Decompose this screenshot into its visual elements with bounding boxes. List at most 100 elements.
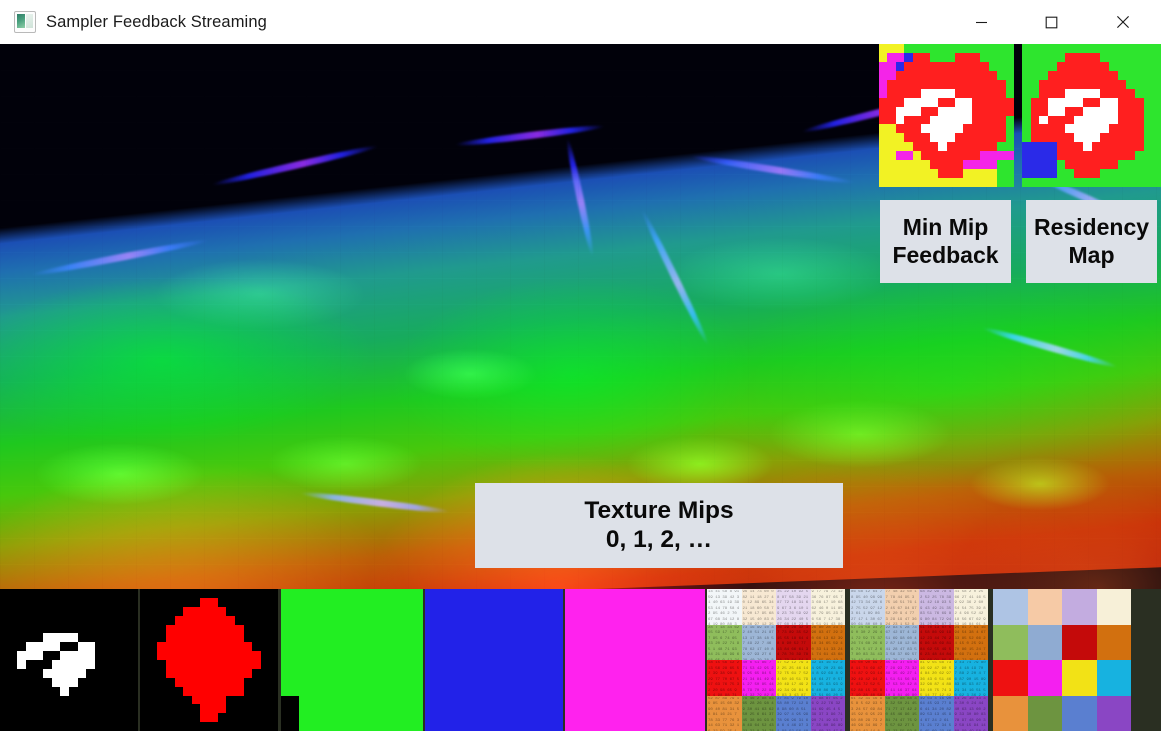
map-cell [1135, 44, 1144, 53]
min-mip-feedback-panel[interactable] [879, 44, 1014, 187]
pixel-cell [17, 651, 26, 660]
map-cell [1144, 178, 1153, 187]
pixel-cell [112, 660, 121, 669]
pixel-cell [405, 678, 423, 696]
map-cell [1092, 98, 1101, 107]
pixel-cell [166, 678, 175, 687]
pixel-cell [317, 696, 335, 714]
map-cell [1083, 53, 1092, 62]
pixel-cell [192, 598, 201, 607]
pixel-cell [86, 669, 95, 678]
pixel-cell [252, 651, 261, 660]
map-cell [1092, 133, 1101, 142]
pixel-cell [166, 651, 175, 660]
map-cell [1118, 124, 1127, 133]
mip-tile-4-magenta[interactable] [565, 589, 705, 731]
map-cell [955, 62, 963, 71]
checker-cell: 61 32 31 16 95 8 5 62 93 53 24 57 69 84 … [850, 696, 885, 731]
pixel-cell [209, 704, 218, 713]
pixel-cell [69, 722, 78, 731]
pixel-cell [261, 642, 270, 651]
checker-cell: 14 41 58 8 91 59 13 39 42 31 40 63 19 39… [707, 589, 742, 625]
texture-mip-strip[interactable]: 14 41 58 8 91 59 13 39 42 31 40 63 19 39… [0, 589, 1161, 731]
map-cell [955, 98, 963, 107]
checker-cell: 41 58 2 0 25 66 27 41 16 59 92 36 2 60 5… [954, 589, 989, 625]
pixel-cell [52, 722, 61, 731]
pixel-cell [334, 625, 352, 643]
pixel-cell [121, 704, 130, 713]
pixel-cell [86, 651, 95, 660]
mip-tile-2-green[interactable] [281, 589, 423, 731]
map-cell [1118, 107, 1127, 116]
pixel-cell [0, 669, 9, 678]
pixel-cell [209, 722, 218, 731]
cell-number-texture: 14 41 58 8 91 59 13 39 42 31 40 63 19 39… [707, 589, 742, 625]
map-cell [980, 169, 988, 178]
mip-tile-7-checker-solid[interactable] [993, 589, 1131, 731]
map-cell [1065, 160, 1074, 169]
map-cell [1065, 98, 1074, 107]
map-cell [997, 71, 1005, 80]
map-cell [955, 124, 963, 133]
map-cell [921, 160, 929, 169]
mip-tile-3-blue[interactable] [425, 589, 563, 731]
pixel-cell [252, 607, 261, 616]
map-cell [879, 98, 887, 107]
map-cell [1126, 169, 1135, 178]
pixel-cell [43, 696, 52, 705]
map-cell [879, 169, 887, 178]
close-button[interactable] [1099, 0, 1146, 44]
map-cell [972, 169, 980, 178]
pixel-cell [121, 625, 130, 634]
pixel-cell [244, 625, 253, 634]
minimize-button[interactable] [958, 0, 1005, 44]
pixel-cell [0, 722, 9, 731]
cell-number-texture: 26 80 28 23 7 96 83 47 29 20 66 13 62 39… [811, 625, 846, 661]
map-cell [887, 133, 895, 142]
map-cell [1144, 53, 1153, 62]
pixel-cell [43, 651, 52, 660]
map-cell [904, 107, 912, 116]
cell-number-texture: 96 14 73 60 0 82 11 18 27 40 12 89 65 34… [742, 589, 777, 625]
pixel-cell [244, 616, 253, 625]
map-cell [1048, 62, 1057, 71]
map-cell [972, 98, 980, 107]
map-cell [989, 98, 997, 107]
mip-tile-0-luminance[interactable] [0, 589, 138, 731]
map-cell [1135, 80, 1144, 89]
pixel-cell [43, 625, 52, 634]
map-cell [930, 160, 938, 169]
cell-number-texture: 45 60 90 69 78 11 74 69 47 74 87 9 93 14… [850, 660, 885, 696]
checker-cell: 28 7 18 34 62 55 59 17 17 27 95 6 74 65 … [707, 625, 742, 661]
pixel-cell [175, 651, 184, 660]
pixel-cell [183, 687, 192, 696]
pixel-cell [140, 633, 149, 642]
map-cell [972, 160, 980, 169]
pixel-cell [299, 625, 317, 643]
cell-number-texture: 11 26 30 43 30 30 0 24 44 40 63 13 60 29… [954, 696, 989, 731]
pixel-cell [192, 642, 201, 651]
pixel-cell [43, 704, 52, 713]
mip-tile-5-checker-8[interactable]: 14 41 58 8 91 59 13 39 42 31 40 63 19 39… [707, 589, 845, 731]
map-cell [904, 169, 912, 178]
map-cell [1083, 98, 1092, 107]
pixel-cell [9, 598, 18, 607]
maximize-button[interactable] [1028, 0, 1075, 44]
map-cell [1109, 53, 1118, 62]
map-cell [963, 62, 971, 71]
map-cell [879, 142, 887, 151]
map-cell [896, 62, 904, 71]
label-line-1: Texture Mips [584, 497, 733, 526]
residency-map-panel[interactable] [1022, 44, 1161, 187]
mip-tile-1-red-blob[interactable] [140, 589, 278, 731]
checker-cell: 58 40 88 88 39 32 50 21 45 71 77 17 42 2… [885, 696, 920, 731]
pixel-cell [69, 651, 78, 660]
map-cell [1057, 160, 1066, 169]
pixel-cell [218, 669, 227, 678]
mip-tile-6-checker-4[interactable]: 86 68 12 64 78 95 40 98 99 42 73 34 28 6… [850, 589, 988, 731]
map-cell [1126, 124, 1135, 133]
pixel-cell [104, 625, 113, 634]
pixel-cell [52, 696, 61, 705]
map-cell [1022, 160, 1031, 169]
map-cell [1074, 151, 1083, 160]
